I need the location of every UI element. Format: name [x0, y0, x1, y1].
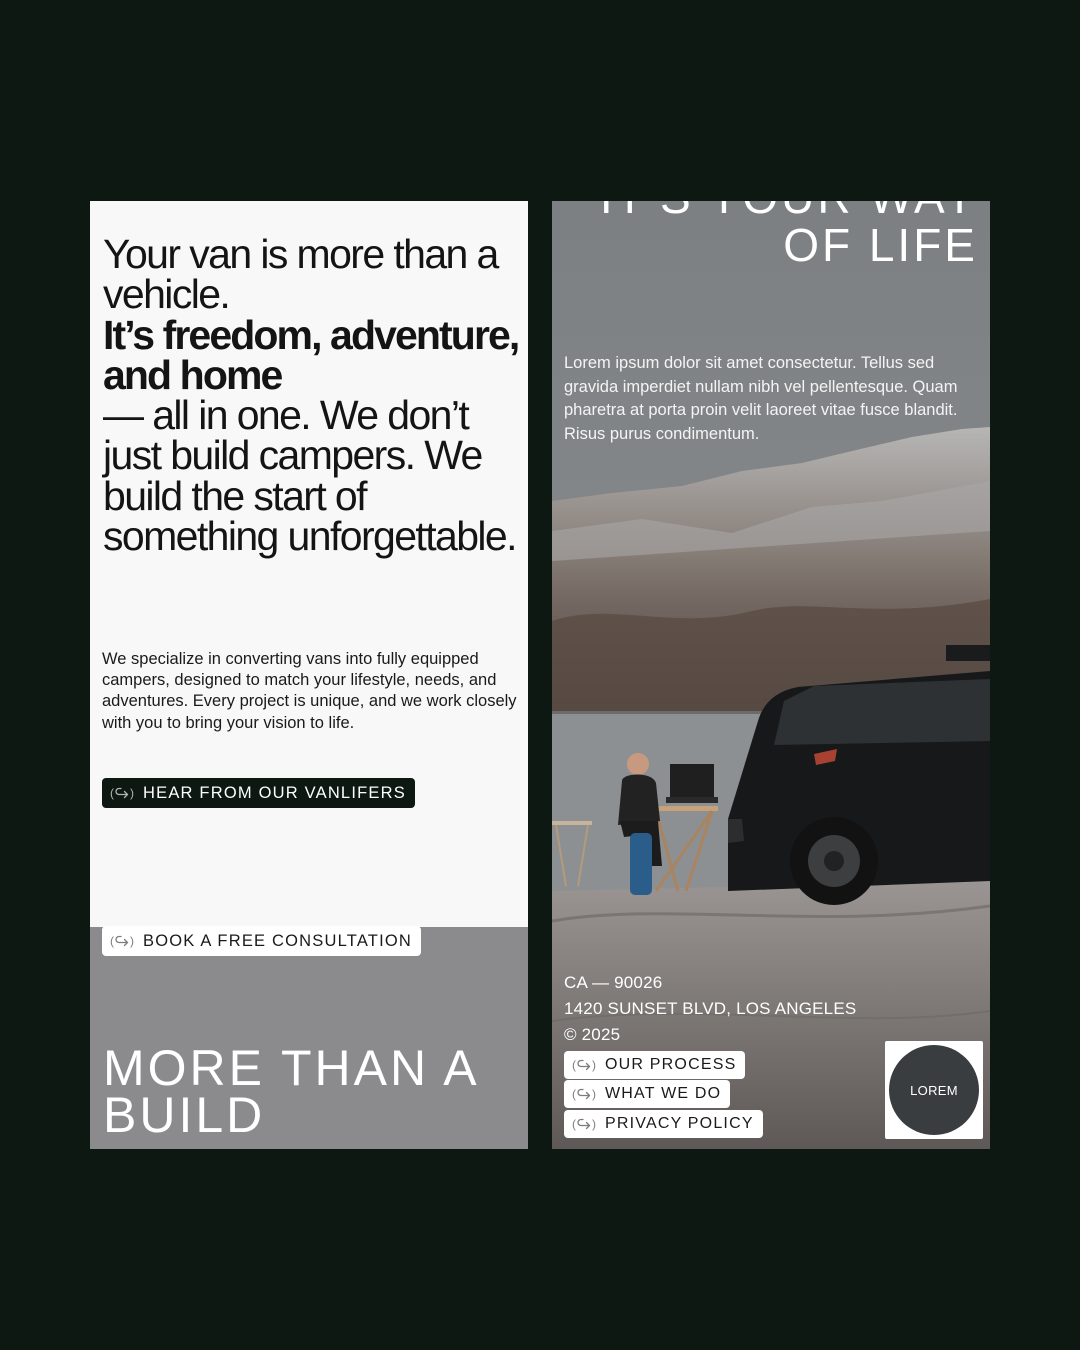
arrow-redirect-icon: () [572, 1087, 596, 1101]
address-block: CA — 90026 1420 SUNSET BLVD, LOS ANGELES… [564, 970, 856, 1048]
section-title: MORE THAN A BUILD [103, 1040, 477, 1143]
badge-label: LOREM [889, 1045, 979, 1135]
arrow-redirect-icon: () [110, 934, 134, 948]
page-title: IT’S YOUR WAYOF LIFE [600, 201, 978, 269]
headline-line1: Your van is more than a vehicle. [103, 231, 499, 318]
what-we-do-label: WHAT WE DO [605, 1085, 722, 1102]
left-panel: Your van is more than a vehicle. It’s fre… [90, 201, 528, 1149]
arrow-redirect-icon: () [572, 1117, 596, 1131]
book-consultation-button[interactable]: () BOOK A FREE CONSULTATION [102, 926, 422, 956]
title-visible-line: OF LIFE [783, 219, 978, 271]
lorem-paragraph: Lorem ipsum dolor sit amet consectetur. … [564, 354, 958, 443]
hear-from-vanlifers-label: HEAR FROM OUR VANLIFERS [143, 783, 406, 802]
our-process-link[interactable]: () OUR PROCESS [564, 1051, 746, 1079]
headline-line3: — all in one. We don’t just build camper… [103, 392, 518, 560]
book-consultation-label: BOOK A FREE CONSULTATION [143, 931, 413, 950]
address-street: 1420 SUNSET BLVD, LOS ANGELES [564, 999, 857, 1018]
our-process-label: OUR PROCESS [605, 1056, 737, 1073]
privacy-policy-label: PRIVACY POLICY [605, 1115, 754, 1132]
headline-bold: It’s freedom, adventure, and home [103, 311, 520, 398]
arrow-redirect-icon: () [110, 786, 134, 800]
lorem-badge[interactable]: LOREM [885, 1041, 983, 1139]
hero-headline: Your van is more than a vehicle. It’s fre… [103, 231, 523, 560]
address-postcode: CA — 90026 [564, 973, 663, 992]
intro-paragraph: We specialize in converting vans into fu… [102, 650, 517, 732]
more-than-a-build-section: MORE THAN A BUILD [90, 927, 528, 1149]
privacy-policy-link[interactable]: () PRIVACY POLICY [564, 1110, 763, 1138]
what-we-do-link[interactable]: () WHAT WE DO [564, 1080, 731, 1108]
hear-from-vanlifers-button[interactable]: () HEAR FROM OUR VANLIFERS [102, 778, 415, 808]
copyright: © 2025 [564, 1025, 621, 1044]
arrow-redirect-icon: () [572, 1058, 596, 1072]
right-panel: IT’S YOUR WAYOF LIFE Lorem ipsum dolor s… [552, 201, 990, 1149]
